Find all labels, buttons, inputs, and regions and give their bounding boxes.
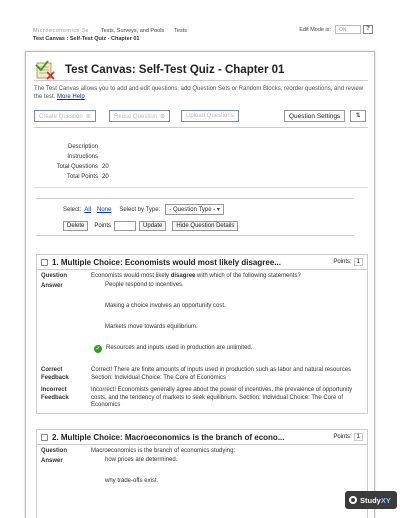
total-points-label: Total Points	[66, 174, 98, 180]
correct-answer-option: ✓ Resources and inputs used in productio…	[41, 345, 363, 366]
select-label: Select:	[63, 206, 82, 213]
breadcrumb-course[interactable]: Microeconomics 3e	[33, 28, 89, 34]
breadcrumb-tests[interactable]: Tests	[174, 28, 187, 34]
update-button[interactable]: Update	[139, 221, 167, 231]
description-label: Description	[67, 144, 98, 150]
total-questions-value: 20	[102, 164, 109, 170]
question-checkbox[interactable]	[41, 258, 48, 266]
points-label: Points:	[333, 434, 352, 440]
select-by-type-label: Select by Type:	[119, 206, 161, 213]
page-header: Test Canvas: Self-Test Quiz - Chapter 01	[34, 59, 284, 81]
studyxy-logo-icon	[349, 496, 357, 504]
points-label: Points:	[333, 259, 352, 265]
question-points: Points: 1	[333, 433, 363, 441]
answer-option: why trade-offs exist.	[105, 478, 159, 484]
answer-option: Making a choice involves an opportunity …	[105, 303, 226, 309]
question-header: 1. Multiple Choice: Economists would mos…	[37, 255, 367, 270]
upload-questions-label: Upload Questions	[186, 113, 234, 119]
create-question-button[interactable]: Create Question ⊗	[34, 110, 96, 122]
question-item: 1. Multiple Choice: Economists would mos…	[36, 254, 368, 414]
breadcrumb-tests-surveys-pools[interactable]: Tests, Surveys, and Pools	[101, 28, 164, 34]
question-text: Macroeconomics is the branch of economic…	[91, 448, 236, 454]
test-properties: Description Instructions Total Questions…	[50, 142, 109, 182]
points-value[interactable]: 1	[353, 258, 363, 266]
edit-mode-toggle[interactable]: ON	[335, 25, 361, 34]
sort-icon[interactable]: ⇅	[350, 110, 366, 122]
upload-questions-button[interactable]: Upload Questions	[181, 110, 239, 122]
question-header: 2. Multiple Choice: Macroeconomics is th…	[37, 430, 367, 445]
points-label: Points	[94, 223, 112, 229]
question-text-post: with which of the following statements?	[195, 273, 301, 279]
question-title[interactable]: 1. Multiple Choice: Economists would mos…	[52, 258, 281, 267]
more-help-link[interactable]: More Help	[57, 94, 85, 100]
delete-button[interactable]: Delete	[63, 221, 89, 231]
select-all-link[interactable]: All	[84, 207, 91, 213]
question-details: Question Economists would most likely di…	[37, 270, 367, 413]
studyxy-badge: Study XY	[345, 491, 397, 509]
test-canvas-icon	[35, 60, 55, 80]
total-points-value: 20	[102, 174, 109, 180]
selection-bar: Select: All None Select by Type: - Quest…	[36, 198, 354, 236]
answer-option: Markets move towards equilibrium.	[105, 324, 198, 330]
question-details: Question Macroeconomics is the branch of…	[37, 445, 367, 502]
hide-question-details-button[interactable]: Hide Question Details	[172, 221, 239, 231]
correct-feedback-label: Correct Feedback	[41, 367, 69, 381]
dropdown-icon: ⊗	[160, 114, 166, 120]
total-questions-label: Total Questions	[56, 164, 98, 170]
question-title[interactable]: 2. Multiple Choice: Macroeconomics is th…	[52, 433, 284, 442]
question-type-value: - Question Type -	[169, 207, 216, 213]
question-text: Economists would most likely disagree wi…	[91, 273, 301, 281]
question-text-pre: Economists would most likely	[91, 273, 171, 279]
top-breadcrumb-bar: Microeconomics 3e Tests, Surveys, and Po…	[33, 25, 373, 36]
instructions-label: Instructions	[67, 154, 98, 160]
test-canvas-panel: Test Canvas: Self-Test Quiz - Chapter 01…	[25, 51, 375, 518]
question-item: 2. Multiple Choice: Macroeconomics is th…	[36, 429, 368, 518]
edit-mode-label: Edit Mode is:	[299, 27, 331, 33]
properties-divider	[34, 187, 368, 188]
answer-label: Answer	[41, 457, 63, 464]
reuse-question-label: Reuse Question	[114, 114, 158, 120]
page-description: The Test Canvas allows you to add and ed…	[34, 85, 368, 101]
question-type-dropdown[interactable]: - Question Type - ▾	[165, 204, 224, 215]
question-label: Question	[41, 273, 68, 279]
dropdown-icon: ⊗	[85, 114, 91, 120]
check-icon: ✓	[94, 345, 102, 353]
points-value[interactable]: 1	[353, 433, 363, 441]
reuse-question-button[interactable]: Reuse Question ⊗	[109, 110, 171, 122]
help-icon[interactable]: ?	[363, 25, 373, 34]
page-title: Test Canvas: Self-Test Quiz - Chapter 01	[65, 64, 285, 76]
question-checkbox[interactable]	[41, 433, 48, 441]
action-toolbar: Create Question ⊗ Reuse Question ⊗ Upload …	[34, 110, 370, 124]
toolbar-divider	[34, 127, 368, 128]
correct-answer-text: Resources and inputs used in production …	[106, 345, 253, 351]
answer-label: Answer	[41, 282, 63, 289]
create-question-label: Create Question	[39, 114, 83, 120]
incorrect-feedback-text: Incorrect! Economists generally agree ab…	[91, 387, 353, 408]
badge-study-text: Study	[360, 495, 381, 505]
incorrect-feedback-label: Incorrect Feedback	[41, 387, 69, 401]
question-label: Question	[41, 448, 68, 454]
question-text-bold: disagree	[170, 273, 196, 279]
header-divider	[34, 80, 368, 81]
points-input[interactable]	[114, 221, 137, 231]
select-none-link[interactable]: None	[97, 207, 111, 213]
page-breadcrumb: Test Canvas : Self-Test Quiz - Chapter 0…	[33, 36, 140, 42]
question-points: Points: 1	[333, 258, 363, 266]
correct-feedback-text: Correct! There are finite amounts of inp…	[91, 367, 352, 381]
badge-xy-text: XY	[380, 495, 391, 505]
question-settings-button[interactable]: Question Settings	[284, 110, 346, 122]
